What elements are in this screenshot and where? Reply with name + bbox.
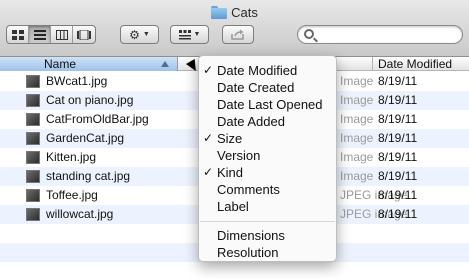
search-field[interactable] [297, 25, 463, 44]
menu-item-kind[interactable]: ✓ Kind [199, 164, 336, 181]
file-date-modified: 8/19/11 [378, 74, 418, 88]
image-thumbnail-icon [26, 189, 40, 202]
folder-icon [211, 5, 228, 19]
menu-item-label: Version [217, 148, 261, 163]
file-name: CatFromOldBar.jpg [46, 112, 149, 126]
menu-item-date-last-opened[interactable]: Date Last Opened [199, 96, 336, 113]
file-date-modified: 8/19/11 [378, 93, 418, 107]
name-column-header[interactable]: Name [0, 57, 178, 71]
menu-item-version[interactable]: Version [199, 147, 336, 164]
arrange-menu-button[interactable]: ▼ [170, 25, 209, 44]
file-name: Toffee.jpg [46, 188, 98, 202]
file-date-modified: 8/19/11 [378, 112, 418, 126]
share-icon [231, 29, 244, 40]
file-kind: Image [340, 131, 374, 145]
sort-ascending-icon [161, 61, 169, 67]
menu-item-resolution[interactable]: Resolution [199, 244, 336, 261]
file-date-modified: 8/19/11 [378, 169, 418, 183]
menu-separator [200, 221, 335, 222]
menu-item-label: Size [217, 131, 243, 146]
menu-item-date-modified[interactable]: ✓ Date Modified [199, 62, 336, 79]
icon-view-button[interactable] [7, 26, 29, 43]
menu-item-label: Label [217, 199, 249, 214]
file-date-modified: 8/19/11 [378, 150, 418, 164]
image-thumbnail-icon [26, 113, 40, 126]
file-name: standing cat.jpg [46, 169, 131, 183]
menu-item-label: Date Modified [217, 63, 298, 78]
file-name: GardenCat.jpg [46, 131, 125, 145]
share-button[interactable] [222, 25, 254, 44]
window-title-text: Cats [231, 4, 258, 20]
file-kind: Image [340, 169, 374, 183]
image-thumbnail-icon [26, 170, 40, 183]
menu-item-label-column[interactable]: Label [199, 198, 336, 215]
coverflow-view-button[interactable] [73, 26, 95, 43]
image-thumbnail-icon [26, 75, 40, 88]
search-icon [304, 29, 314, 39]
file-kind: Image [340, 150, 374, 164]
menu-item-date-created[interactable]: Date Created [199, 79, 336, 96]
name-column-label: Name [44, 57, 77, 71]
window-title: Cats [0, 4, 469, 20]
menu-item-label: Date Last Opened [217, 97, 323, 112]
list-view-icon [33, 29, 46, 40]
checkmark-icon: ✓ [203, 131, 214, 145]
window-toolbar: Cats ⚙ ▼ ▼ [0, 0, 469, 57]
file-name: Cat on piano.jpg [46, 93, 134, 107]
column-view-icon [55, 29, 68, 40]
file-date-modified: 8/19/11 [378, 207, 418, 221]
chevron-down-icon: ▼ [193, 31, 201, 38]
checkmark-icon: ✓ [203, 165, 214, 179]
column-view-button[interactable] [51, 26, 73, 43]
coverflow-view-icon [77, 29, 91, 40]
chevron-down-icon: ▼ [142, 31, 150, 38]
image-thumbnail-icon [26, 132, 40, 145]
file-name: BWcat1.jpg [46, 74, 108, 88]
file-date-modified: 8/19/11 [378, 188, 418, 202]
image-thumbnail-icon [26, 208, 40, 221]
checkmark-icon: ✓ [203, 63, 214, 77]
menu-item-label: Date Added [217, 114, 285, 129]
menu-item-comments[interactable]: Comments [199, 181, 336, 198]
list-view-button[interactable] [29, 26, 51, 43]
date-modified-column-header[interactable]: Date Modified [372, 57, 469, 71]
menu-item-size[interactable]: ✓ Size [199, 130, 336, 147]
image-thumbnail-icon [26, 151, 40, 164]
file-kind: Image [340, 93, 374, 107]
file-date-modified: 8/19/11 [378, 131, 418, 145]
image-thumbnail-icon [26, 94, 40, 107]
view-mode-switcher [6, 25, 96, 44]
menu-item-dimensions[interactable]: Dimensions [199, 227, 336, 244]
gear-icon: ⚙ [129, 27, 140, 42]
icon-view-icon [11, 29, 24, 40]
file-name: Kitten.jpg [46, 150, 97, 164]
menu-item-label: Date Created [217, 80, 295, 95]
menu-item-label: Resolution [217, 245, 279, 260]
action-menu-button[interactable]: ⚙ ▼ [120, 25, 159, 44]
menu-item-label: Kind [217, 165, 244, 180]
menu-item-date-added[interactable]: Date Added [199, 113, 336, 130]
arrange-icon [178, 29, 191, 39]
empty-row [0, 262, 469, 278]
file-name: willowcat.jpg [46, 207, 114, 221]
menu-item-label: Comments [217, 182, 280, 197]
column-options-menu: ✓ Date Modified Date Created Date Last O… [198, 55, 337, 262]
menu-item-label: Dimensions [217, 228, 285, 243]
file-kind: Image [340, 112, 374, 126]
file-kind: Image [340, 74, 374, 88]
